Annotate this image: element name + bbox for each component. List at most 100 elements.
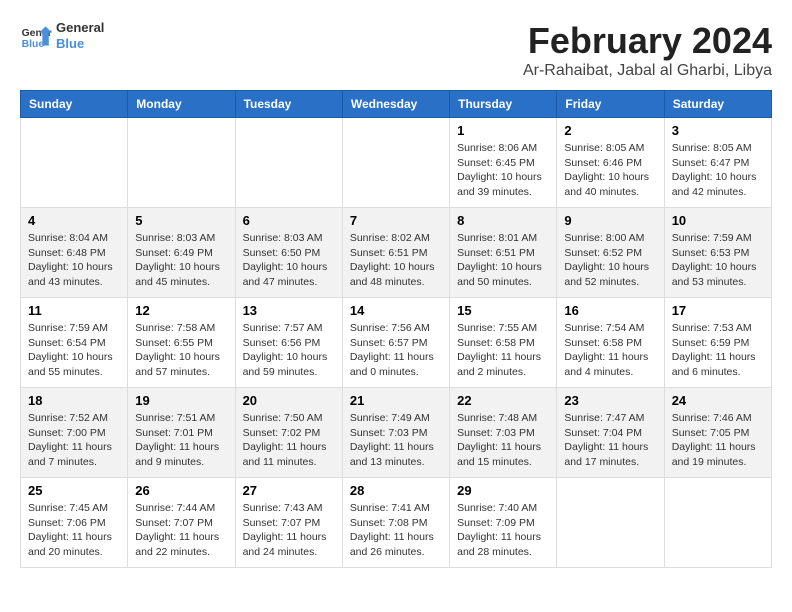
calendar-cell: 9 Sunrise: 8:00 AMSunset: 6:52 PMDaylight… — [557, 208, 664, 298]
day-number: 14 — [350, 303, 442, 318]
day-info: Sunrise: 7:48 AMSunset: 7:03 PMDaylight:… — [457, 411, 549, 470]
calendar-cell: 6 Sunrise: 8:03 AMSunset: 6:50 PMDaylight… — [235, 208, 342, 298]
svg-text:Blue: Blue — [22, 39, 45, 50]
week-row-4: 18 Sunrise: 7:52 AMSunset: 7:00 PMDayligh… — [21, 388, 772, 478]
day-info: Sunrise: 7:45 AMSunset: 7:06 PMDaylight:… — [28, 501, 120, 560]
calendar-cell: 15Sunrise: 7:55 AMSunset: 6:58 PMDayligh… — [450, 298, 557, 388]
logo-icon: General Blue — [20, 20, 52, 52]
header-wednesday: Wednesday — [342, 91, 449, 118]
day-number: 10 — [672, 213, 764, 228]
day-info: Sunrise: 7:58 AMSunset: 6:55 PMDaylight:… — [135, 321, 227, 380]
day-number: 12 — [135, 303, 227, 318]
day-info: Sunrise: 8:03 AMSunset: 6:49 PMDaylight:… — [135, 231, 227, 290]
calendar-cell — [557, 478, 664, 568]
header-thursday: Thursday — [450, 91, 557, 118]
calendar-cell: 14 Sunrise: 7:56 AMSunset: 6:57 PMDayligh… — [342, 298, 449, 388]
day-info: Sunrise: 7:57 AMSunset: 6:56 PMDaylight:… — [243, 321, 335, 380]
calendar-cell: 23 Sunrise: 7:47 AMSunset: 7:04 PMDayligh… — [557, 388, 664, 478]
header-friday: Friday — [557, 91, 664, 118]
day-number: 3 — [672, 123, 764, 138]
day-info: Sunrise: 7:44 AMSunset: 7:07 PMDaylight:… — [135, 501, 227, 560]
day-number: 19 — [135, 393, 227, 408]
day-info: Sunrise: 7:56 AMSunset: 6:57 PMDaylight:… — [350, 321, 442, 380]
day-info: Sunrise: 7:50 AMSunset: 7:02 PMDaylight:… — [243, 411, 335, 470]
calendar-cell: 8Sunrise: 8:01 AMSunset: 6:51 PMDaylight… — [450, 208, 557, 298]
day-info: Sunrise: 7:55 AMSunset: 6:58 PMDaylight:… — [457, 321, 549, 380]
main-title: February 2024 — [523, 20, 772, 62]
calendar-cell: 13 Sunrise: 7:57 AMSunset: 6:56 PMDayligh… — [235, 298, 342, 388]
day-number: 26 — [135, 483, 227, 498]
day-number: 24 — [672, 393, 764, 408]
title-block: February 2024 Ar-Rahaibat, Jabal al Ghar… — [523, 20, 772, 80]
logo-blue: Blue — [56, 36, 104, 52]
day-number: 9 — [564, 213, 656, 228]
logo: General Blue General Blue — [20, 20, 104, 52]
calendar-cell: 27Sunrise: 7:43 AMSunset: 7:07 PMDayligh… — [235, 478, 342, 568]
day-info: Sunrise: 8:04 AMSunset: 6:48 PMDaylight:… — [28, 231, 120, 290]
calendar-cell — [235, 118, 342, 208]
calendar-cell: 19 Sunrise: 7:51 AMSunset: 7:01 PMDayligh… — [128, 388, 235, 478]
day-number: 16 — [564, 303, 656, 318]
calendar-cell: 3 Sunrise: 8:05 AMSunset: 6:47 PMDaylight… — [664, 118, 771, 208]
day-number: 29 — [457, 483, 549, 498]
day-number: 18 — [28, 393, 120, 408]
calendar-cell: 7 Sunrise: 8:02 AMSunset: 6:51 PMDaylight… — [342, 208, 449, 298]
calendar-cell — [21, 118, 128, 208]
calendar-cell: 20Sunrise: 7:50 AMSunset: 7:02 PMDayligh… — [235, 388, 342, 478]
week-row-2: 4 Sunrise: 8:04 AMSunset: 6:48 PMDaylight… — [21, 208, 772, 298]
day-number: 7 — [350, 213, 442, 228]
calendar-cell: 18 Sunrise: 7:52 AMSunset: 7:00 PMDayligh… — [21, 388, 128, 478]
day-info: Sunrise: 7:41 AMSunset: 7:08 PMDaylight:… — [350, 501, 442, 560]
calendar-cell: 10 Sunrise: 7:59 AMSunset: 6:53 PMDayligh… — [664, 208, 771, 298]
day-number: 4 — [28, 213, 120, 228]
day-number: 22 — [457, 393, 549, 408]
day-number: 21 — [350, 393, 442, 408]
page-header: General Blue General Blue February 2024 … — [20, 20, 772, 80]
day-info: Sunrise: 7:59 AMSunset: 6:54 PMDaylight:… — [28, 321, 120, 380]
calendar-cell — [664, 478, 771, 568]
day-number: 13 — [243, 303, 335, 318]
day-info: Sunrise: 7:40 AMSunset: 7:09 PMDaylight:… — [457, 501, 549, 560]
day-info: Sunrise: 7:52 AMSunset: 7:00 PMDaylight:… — [28, 411, 120, 470]
calendar-cell — [128, 118, 235, 208]
day-number: 23 — [564, 393, 656, 408]
header-sunday: Sunday — [21, 91, 128, 118]
day-info: Sunrise: 7:51 AMSunset: 7:01 PMDaylight:… — [135, 411, 227, 470]
calendar-cell: 17Sunrise: 7:53 AMSunset: 6:59 PMDayligh… — [664, 298, 771, 388]
calendar-cell: 29 Sunrise: 7:40 AMSunset: 7:09 PMDayligh… — [450, 478, 557, 568]
week-row-3: 11 Sunrise: 7:59 AMSunset: 6:54 PMDayligh… — [21, 298, 772, 388]
header-tuesday: Tuesday — [235, 91, 342, 118]
calendar-cell: 26 Sunrise: 7:44 AMSunset: 7:07 PMDayligh… — [128, 478, 235, 568]
day-number: 1 — [457, 123, 549, 138]
day-info: Sunrise: 7:59 AMSunset: 6:53 PMDaylight:… — [672, 231, 764, 290]
day-info: Sunrise: 7:53 AMSunset: 6:59 PMDaylight:… — [672, 321, 764, 380]
day-info: Sunrise: 8:05 AMSunset: 6:47 PMDaylight:… — [672, 141, 764, 200]
week-row-5: 25 Sunrise: 7:45 AMSunset: 7:06 PMDayligh… — [21, 478, 772, 568]
day-info: Sunrise: 7:46 AMSunset: 7:05 PMDaylight:… — [672, 411, 764, 470]
day-number: 11 — [28, 303, 120, 318]
header-row: SundayMondayTuesdayWednesdayThursdayFrid… — [21, 91, 772, 118]
calendar-cell: 16Sunrise: 7:54 AMSunset: 6:58 PMDayligh… — [557, 298, 664, 388]
day-number: 25 — [28, 483, 120, 498]
calendar-table: SundayMondayTuesdayWednesdayThursdayFrid… — [20, 90, 772, 568]
day-info: Sunrise: 7:47 AMSunset: 7:04 PMDaylight:… — [564, 411, 656, 470]
calendar-cell — [342, 118, 449, 208]
calendar-cell: 12 Sunrise: 7:58 AMSunset: 6:55 PMDayligh… — [128, 298, 235, 388]
day-info: Sunrise: 7:49 AMSunset: 7:03 PMDaylight:… — [350, 411, 442, 470]
day-info: Sunrise: 8:03 AMSunset: 6:50 PMDaylight:… — [243, 231, 335, 290]
calendar-cell: 25 Sunrise: 7:45 AMSunset: 7:06 PMDayligh… — [21, 478, 128, 568]
header-saturday: Saturday — [664, 91, 771, 118]
day-info: Sunrise: 8:06 AMSunset: 6:45 PMDaylight:… — [457, 141, 549, 200]
week-row-1: 1 Sunrise: 8:06 AMSunset: 6:45 PMDaylight… — [21, 118, 772, 208]
day-number: 2 — [564, 123, 656, 138]
calendar-cell: 28 Sunrise: 7:41 AMSunset: 7:08 PMDayligh… — [342, 478, 449, 568]
day-number: 5 — [135, 213, 227, 228]
day-number: 27 — [243, 483, 335, 498]
day-info: Sunrise: 8:00 AMSunset: 6:52 PMDaylight:… — [564, 231, 656, 290]
calendar-cell: 1 Sunrise: 8:06 AMSunset: 6:45 PMDaylight… — [450, 118, 557, 208]
day-number: 28 — [350, 483, 442, 498]
day-info: Sunrise: 8:02 AMSunset: 6:51 PMDaylight:… — [350, 231, 442, 290]
day-number: 8 — [457, 213, 549, 228]
calendar-cell: 21 Sunrise: 7:49 AMSunset: 7:03 PMDayligh… — [342, 388, 449, 478]
day-number: 6 — [243, 213, 335, 228]
